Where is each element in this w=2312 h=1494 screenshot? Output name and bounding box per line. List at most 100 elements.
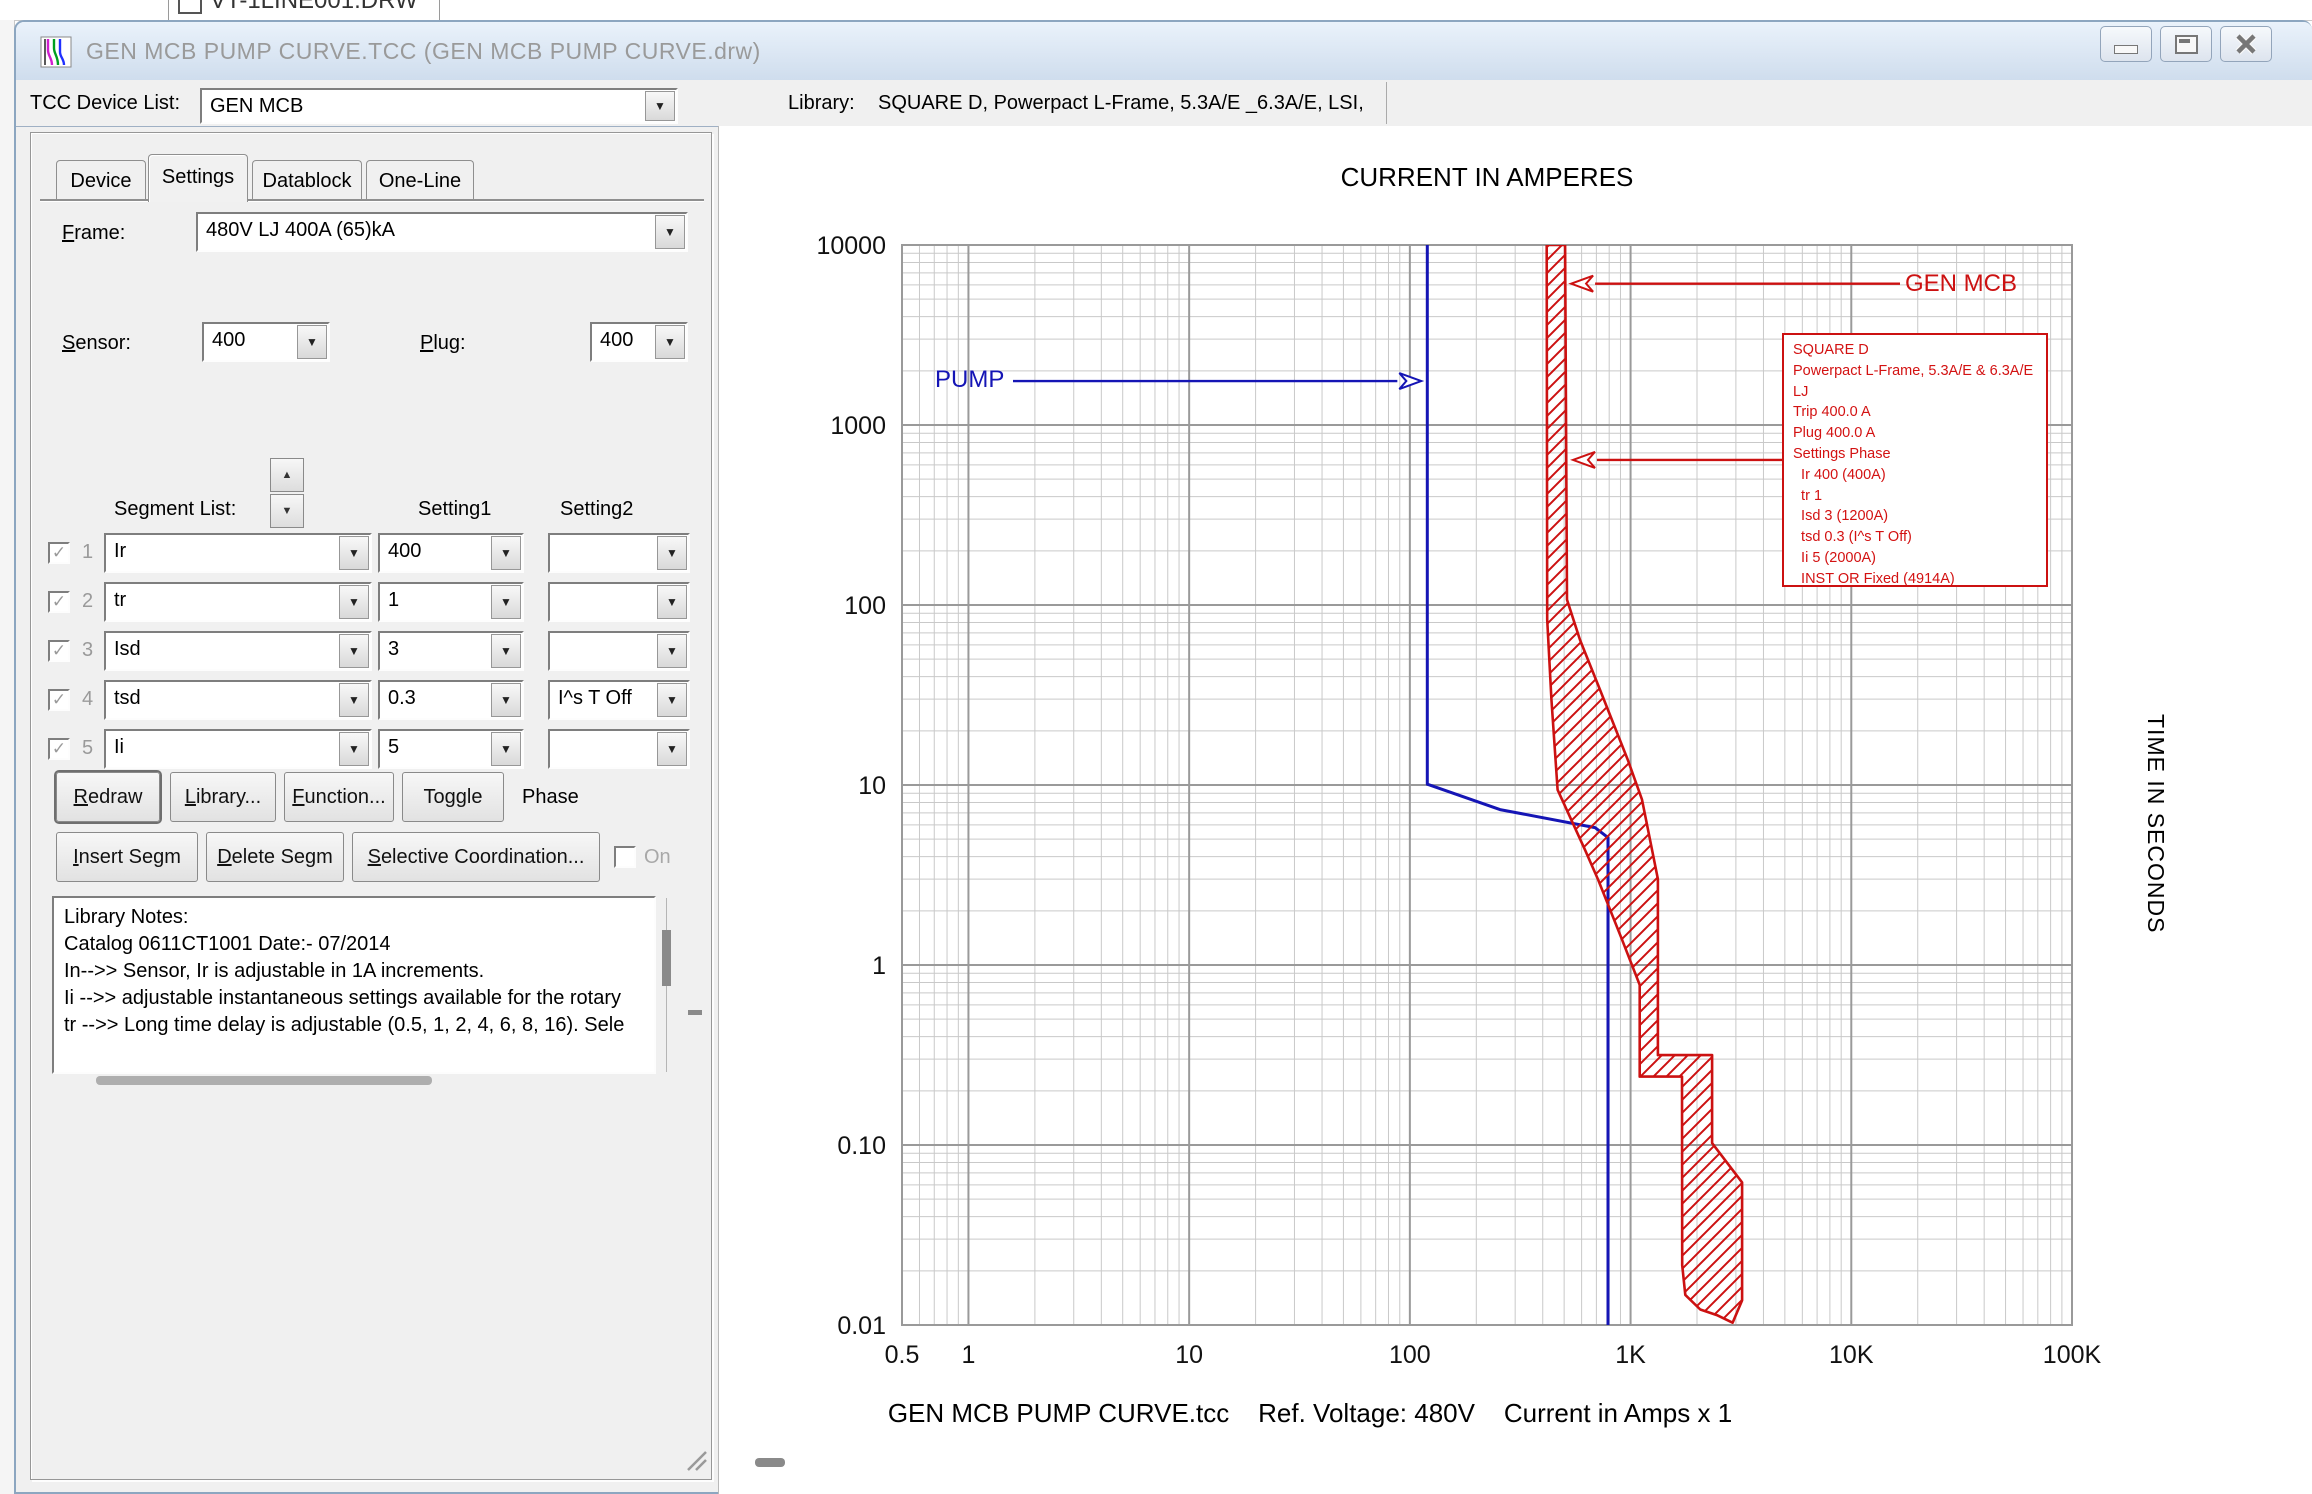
panel-resize-grip[interactable] — [682, 1446, 708, 1472]
setting2-combobox[interactable]: I^s T Off ▼ — [548, 680, 690, 720]
setting2-combobox[interactable]: ▼ — [548, 582, 690, 622]
chevron-down-icon[interactable]: ▼ — [657, 732, 687, 766]
chevron-down-icon[interactable]: ▼ — [657, 634, 687, 668]
title-bar[interactable]: GEN MCB PUMP CURVE.TCC (GEN MCB PUMP CUR… — [16, 22, 2312, 81]
sensor-value: 400 — [204, 324, 296, 360]
restore-button[interactable] — [2160, 26, 2212, 62]
library-notes-text: Library Notes:Catalog 0611CT1001 Date:- … — [54, 898, 654, 1045]
segment-list-label: Segment List: — [114, 498, 236, 521]
window-title: GEN MCB PUMP CURVE.TCC (GEN MCB PUMP CUR… — [86, 38, 761, 65]
svg-text:1K: 1K — [1615, 1341, 1646, 1369]
segment-name-combobox[interactable]: Isd ▼ — [104, 631, 372, 671]
toggle-button[interactable]: Toggle — [402, 772, 504, 822]
setting1-combobox[interactable]: 5 ▼ — [378, 729, 524, 769]
chevron-down-icon[interactable]: ▼ — [655, 215, 685, 249]
sensor-combobox[interactable]: 400 ▼ — [202, 322, 330, 362]
chevron-down-icon[interactable]: ▼ — [657, 536, 687, 570]
segment-down-button[interactable]: ▼ — [270, 494, 304, 528]
chevron-down-icon[interactable]: ▼ — [339, 732, 369, 766]
segment-up-button[interactable]: ▲ — [270, 458, 304, 492]
close-button[interactable] — [2220, 26, 2272, 62]
selective-coordination-button[interactable]: Selective Coordination... — [352, 832, 600, 882]
delete-segment-button[interactable]: Delete Segm — [206, 832, 344, 882]
chevron-down-icon[interactable]: ▼ — [491, 585, 521, 619]
restore-icon — [2175, 35, 2198, 54]
svg-text:10: 10 — [858, 772, 886, 800]
chevron-down-icon[interactable]: ▼ — [657, 585, 687, 619]
segment-name-combobox[interactable]: Ii ▼ — [104, 729, 372, 769]
chevron-down-icon[interactable]: ▼ — [339, 585, 369, 619]
frame-label: Frame: — [62, 222, 125, 245]
chevron-down-icon[interactable]: ▼ — [491, 634, 521, 668]
device-info-box[interactable]: SQUARE D Powerpact L-Frame, 5.3A/E & 6.3… — [1782, 333, 2048, 587]
plug-label: Plug: — [420, 332, 466, 355]
chevron-down-icon[interactable]: ▼ — [339, 536, 369, 570]
tcc-chart: 0.51101001K10K100K1000010001001010.100.0… — [715, 126, 2312, 1494]
chevron-down-icon[interactable]: ▼ — [297, 325, 327, 359]
tab-settings[interactable]: Settings — [148, 154, 248, 202]
svg-text:1: 1 — [872, 952, 886, 980]
setting1-combobox[interactable]: 0.3 ▼ — [378, 680, 524, 720]
tabstrip-baseline — [40, 199, 704, 201]
segment-number: 1 — [82, 541, 93, 564]
app-icon — [40, 36, 72, 68]
setting2-combobox[interactable]: ▼ — [548, 631, 690, 671]
chevron-down-icon[interactable]: ▼ — [491, 536, 521, 570]
svg-text:0.01: 0.01 — [837, 1312, 886, 1340]
segment-number: 4 — [82, 688, 93, 711]
redraw-button[interactable]: Redraw — [56, 772, 160, 822]
segment-name-combobox[interactable]: Ir ▼ — [104, 533, 372, 573]
svg-text:10K: 10K — [1829, 1341, 1874, 1369]
segment-name-combobox[interactable]: tsd ▼ — [104, 680, 372, 720]
chevron-down-icon[interactable]: ▼ — [339, 634, 369, 668]
segment-enabled-checkbox[interactable]: ✓ — [48, 738, 70, 760]
segment-enabled-checkbox[interactable]: ✓ — [48, 542, 70, 564]
frame-combobox[interactable]: 480V LJ 400A (65)kA ▼ — [196, 212, 688, 252]
chevron-down-icon[interactable]: ▼ — [657, 683, 687, 717]
function-button[interactable]: Function... — [284, 772, 394, 822]
svg-text:1: 1 — [961, 1341, 975, 1369]
tcc-device-list-combobox[interactable]: GEN MCB ▼ — [200, 88, 678, 124]
close-icon — [2221, 27, 2271, 61]
background-tab-label[interactable]: VT-1LINE001.DRW — [210, 0, 418, 15]
svg-text:10000: 10000 — [816, 232, 886, 260]
chart-hscrollbar-thumb[interactable] — [755, 1458, 785, 1467]
chevron-down-icon[interactable]: ▼ — [491, 683, 521, 717]
segment-enabled-checkbox[interactable]: ✓ — [48, 689, 70, 711]
chart-footer: GEN MCB PUMP CURVE.tcc Ref. Voltage: 480… — [888, 1398, 1732, 1429]
minimize-button[interactable] — [2100, 26, 2152, 62]
setting2-combobox[interactable]: ▼ — [548, 729, 690, 769]
segment-number: 2 — [82, 590, 93, 613]
on-checkbox[interactable] — [614, 846, 636, 868]
setting1-combobox[interactable]: 1 ▼ — [378, 582, 524, 622]
setting1-combobox[interactable]: 400 ▼ — [378, 533, 524, 573]
plug-value: 400 — [592, 324, 654, 360]
tab-datablock[interactable]: Datablock — [252, 160, 362, 200]
segment-enabled-checkbox[interactable]: ✓ — [48, 640, 70, 662]
svg-text:100K: 100K — [2043, 1341, 2102, 1369]
library-button[interactable]: Library... — [170, 772, 276, 822]
window-controls — [2100, 26, 2272, 62]
minimize-icon — [2114, 45, 2138, 54]
pump-curve-label[interactable]: PUMP — [935, 366, 1004, 394]
library-notes-box[interactable]: Library Notes:Catalog 0611CT1001 Date:- … — [52, 896, 656, 1074]
segment-name-combobox[interactable]: tr ▼ — [104, 582, 372, 622]
panel-hscrollbar[interactable] — [96, 1076, 432, 1085]
segment-enabled-checkbox[interactable]: ✓ — [48, 591, 70, 613]
phase-label: Phase — [522, 786, 579, 809]
chevron-down-icon[interactable]: ▼ — [339, 683, 369, 717]
notes-scrollbar-thumb[interactable] — [662, 930, 671, 986]
chevron-down-icon[interactable]: ▼ — [491, 732, 521, 766]
setting2-combobox[interactable]: ▼ — [548, 533, 690, 573]
setting1-combobox[interactable]: 3 ▼ — [378, 631, 524, 671]
chevron-down-icon[interactable]: ▼ — [645, 91, 675, 121]
tab-device[interactable]: Device — [56, 160, 146, 200]
desktop-left-gutter — [0, 20, 15, 1494]
chevron-down-icon[interactable]: ▼ — [655, 325, 685, 359]
setting2-header: Setting2 — [560, 498, 633, 521]
gen-mcb-curve-label[interactable]: GEN MCB — [1905, 270, 2017, 298]
tab-one-line[interactable]: One-Line — [366, 160, 474, 200]
plug-combobox[interactable]: 400 ▼ — [590, 322, 688, 362]
notes-scrollbar-mark[interactable] — [688, 1010, 702, 1015]
insert-segment-button[interactable]: Insert Segm — [56, 832, 198, 882]
